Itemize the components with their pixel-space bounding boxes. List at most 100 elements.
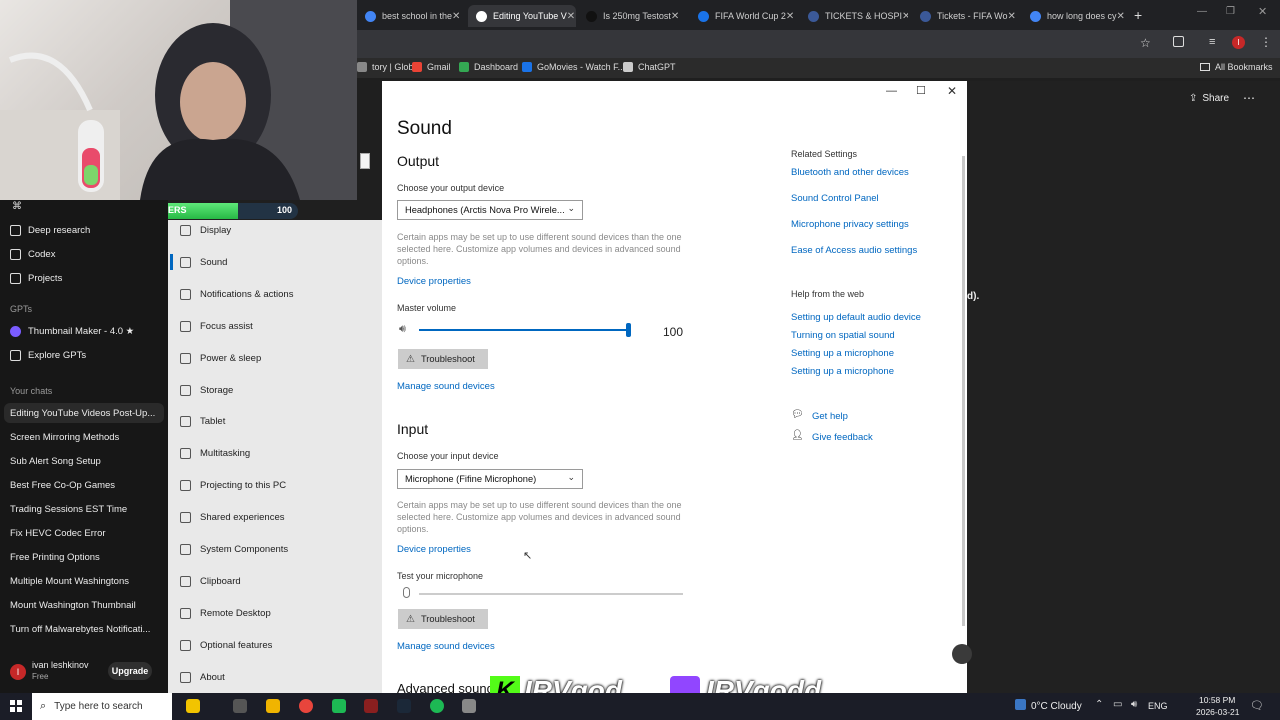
bookmark-star-icon[interactable]: ☆ [1140,36,1151,50]
file-explorer-icon[interactable] [266,699,280,713]
scroll-down-button[interactable] [952,644,972,664]
taskbar-search-box[interactable]: ⌕ Type here to search [32,693,172,720]
settings-nav-item[interactable]: Power & sleep [180,352,261,364]
master-volume-thumb[interactable] [626,323,631,337]
settings-nav-item[interactable]: Storage [180,384,233,396]
close-window-button[interactable]: ✕ [1258,5,1267,18]
profile-avatar[interactable]: I [1232,36,1245,49]
help-web-link[interactable]: Turning on spatial sound [791,330,895,341]
settings-nav-item[interactable]: Projecting to this PC [180,480,286,492]
sidebar-item-thumbnail-maker[interactable]: Thumbnail Maker - 4.0 ★ [10,326,134,337]
tab-close-icon[interactable]: ✕ [452,11,465,22]
chat-list-item[interactable]: Mount Washington Thumbnail [10,600,136,611]
search-icon[interactable] [360,153,370,169]
settings-nav-item[interactable]: Multitasking [180,448,250,460]
chat-list-item[interactable]: Multiple Mount Washingtons [10,576,129,587]
settings-nav-item[interactable]: Tablet [180,416,225,428]
sidebar-item-projects[interactable]: Projects [10,273,62,284]
input-manage-devices-link[interactable]: Manage sound devices [397,641,495,652]
browser-tab[interactable]: Tickets - FIFA Wo ✕ [912,5,1020,27]
settings-gear-icon[interactable] [462,699,476,713]
upgrade-button[interactable]: Upgrade [108,662,152,680]
new-tab-button[interactable]: + [1134,7,1142,23]
bookmark-item[interactable]: Dashboard [459,62,518,72]
tab-close-icon[interactable]: ✕ [786,11,798,22]
bookmark-item[interactable]: ChatGPT [623,62,676,72]
settings-nav-item[interactable]: Shared experiences [180,512,285,524]
browser-tab[interactable]: Is 250mg Testost ✕ [578,5,686,27]
settings-nav-item[interactable]: Clipboard [180,575,241,587]
help-web-link[interactable]: Setting up a microphone [791,348,894,359]
output-troubleshoot-button[interactable]: ⚠ Troubleshoot [398,349,488,369]
spotify-icon[interactable] [430,699,444,713]
chat-list-item[interactable]: Sub Alert Song Setup [10,456,101,467]
master-volume-track[interactable] [419,329,629,331]
output-device-dropdown[interactable]: Headphones (Arctis Nova Pro Wirele... ⌄ [397,200,583,220]
related-settings-link[interactable]: Microphone privacy settings [791,219,909,230]
settings-nav-item[interactable]: Sound [180,256,227,268]
chat-list-item[interactable]: Free Printing Options [10,552,100,563]
more-options-icon[interactable]: ⋯ [1243,91,1255,105]
tab-close-icon[interactable]: ✕ [902,11,908,22]
tray-overflow-icon[interactable]: ⌃ [1095,699,1103,710]
browser-tab[interactable]: how long does cy ✕ [1022,5,1130,27]
language-indicator[interactable]: ENG [1148,701,1168,711]
output-manage-devices-link[interactable]: Manage sound devices [397,381,495,392]
sidebar-item-deep-research[interactable]: Deep research [10,225,90,236]
steam-icon[interactable] [397,699,411,713]
related-settings-link[interactable]: Sound Control Panel [791,193,879,204]
all-bookmarks[interactable]: All Bookmarks [1200,62,1273,72]
browser-tab[interactable]: TICKETS & HOSPI ✕ [800,5,908,27]
sidebar-item-explore-gpts[interactable]: Explore GPTs [10,350,86,361]
give-feedback-link[interactable]: Give feedback [812,432,873,443]
volume-icon[interactable]: 🔊︎ [1131,699,1137,710]
tab-close-icon[interactable]: ✕ [671,11,686,22]
weather-text[interactable]: 0°C Cloudy [1031,701,1082,712]
sidebar-item-codex[interactable]: Codex [10,249,55,260]
notifications-icon[interactable]: 🗨︎ [1250,699,1264,712]
get-help-link[interactable]: Get help [812,411,848,422]
related-settings-link[interactable]: Ease of Access audio settings [791,245,917,256]
tab-close-icon[interactable]: ✕ [567,11,576,22]
settings-nav-item[interactable]: Notifications & actions [180,288,293,300]
maximize-window-button[interactable]: ❐ [1226,6,1235,17]
related-settings-link[interactable]: Bluetooth and other devices [791,167,909,178]
help-web-link[interactable]: Setting up a microphone [791,366,894,377]
settings-nav-item[interactable]: System Components [180,544,288,555]
taskbar-app-icon[interactable] [364,699,378,713]
tab-close-icon[interactable]: ✕ [1117,11,1130,22]
chat-list-item[interactable]: Fix HEVC Codec Error [10,528,106,539]
task-view-icon[interactable] [233,699,247,713]
network-icon[interactable]: ▭ [1113,699,1122,710]
extensions-icon[interactable] [1173,36,1184,47]
settings-nav-item[interactable]: Optional features [180,639,272,651]
settings-nav-item[interactable]: Remote Desktop [180,607,271,619]
browser-tab[interactable]: best school in the ✕ [357,5,465,27]
chat-list-item[interactable]: Screen Mirroring Methods [10,432,119,443]
input-device-properties-link[interactable]: Device properties [397,544,471,555]
chat-list-item[interactable]: Editing YouTube Videos Post-Up... [10,408,155,419]
clock-time[interactable]: 10:58 PM [1199,695,1235,705]
settings-nav-item[interactable]: Focus assist [180,320,253,332]
window-close-button[interactable]: ✕ [947,84,957,98]
settings-nav-item[interactable]: Display [180,225,231,236]
browser-tab[interactable]: FIFA World Cup 2 ✕ [690,5,798,27]
taskbar-app-icon[interactable] [332,699,346,713]
bookmark-item[interactable]: Gmail [412,62,451,72]
chrome-icon[interactable] [299,699,313,713]
help-web-link[interactable]: Setting up default audio device [791,312,921,323]
minimize-window-button[interactable]: — [1197,6,1207,17]
settings-nav-item[interactable]: About [180,671,225,683]
user-avatar[interactable]: I [10,664,26,680]
browser-menu-icon[interactable]: ⋮ [1260,35,1272,49]
input-troubleshoot-button[interactable]: ⚠ Troubleshoot [398,609,488,629]
window-maximize-button[interactable]: ☐ [916,84,926,97]
window-minimize-button[interactable]: — [886,85,897,97]
share-button[interactable]: ⇪ Share [1189,93,1229,104]
clock-date[interactable]: 2026-03-21 [1196,707,1239,717]
browser-tab[interactable]: Editing YouTube V ✕ [468,5,576,27]
chat-list-item[interactable]: Trading Sessions EST Time [10,504,127,515]
bookmark-item[interactable]: GoMovies - Watch F... [522,62,625,72]
chat-list-item[interactable]: Best Free Co-Op Games [10,480,115,491]
reading-list-icon[interactable]: ≡ [1209,36,1215,48]
